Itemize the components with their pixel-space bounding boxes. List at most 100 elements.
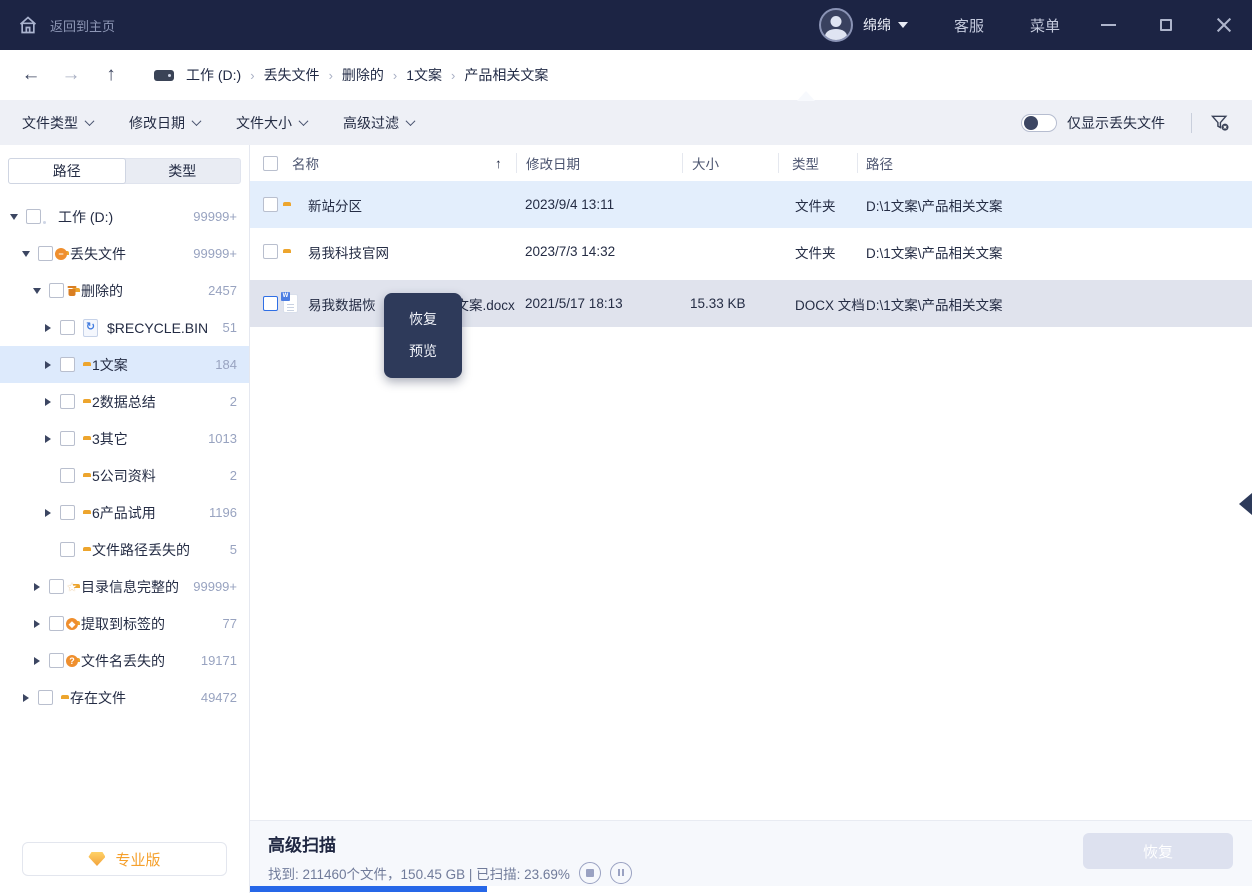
expander-open-icon[interactable] [20, 251, 32, 257]
checkbox[interactable] [60, 505, 75, 520]
modified-date-dropdown[interactable]: 修改日期 [129, 113, 200, 133]
expander-closed-icon[interactable] [31, 620, 43, 628]
tree-item-label: 删除的 [81, 281, 123, 301]
expander-open-icon[interactable] [31, 288, 43, 294]
nav-up-button[interactable]: ↑ [100, 64, 122, 86]
column-header-type[interactable]: 类型 [792, 145, 819, 181]
tree-item-work-drive[interactable]: 工作 (D:) 99999+ [0, 198, 249, 235]
recover-button[interactable]: 恢复 [1083, 833, 1233, 869]
file-row-1[interactable]: 易我科技官网 2023/7/3 14:32 文件夹 D:\1文案\产品相关文案 [250, 228, 1252, 275]
checkbox[interactable] [49, 653, 64, 668]
minimize-button[interactable] [1098, 15, 1118, 35]
scan-progress-fill [250, 886, 487, 892]
tree-item-recycle-bin[interactable]: ↻ $RECYCLE.BIN 51 [0, 309, 249, 346]
tree-item-tagged[interactable]: ◆ 提取到标签的 77 [0, 605, 249, 642]
user-avatar[interactable] [819, 8, 853, 42]
checkbox[interactable] [60, 357, 75, 372]
tree-item-count: 184 [215, 357, 237, 372]
column-divider[interactable] [516, 153, 517, 173]
file-row-0[interactable]: 新站分区 2023/9/4 13:11 文件夹 D:\1文案\产品相关文案 [250, 181, 1252, 228]
sort-ascending-icon[interactable]: ↑ [495, 145, 502, 181]
column-header-date[interactable]: 修改日期 [526, 145, 580, 181]
expander-closed-icon[interactable] [20, 694, 32, 702]
drive-icon [154, 70, 174, 81]
context-menu-recover[interactable]: 恢复 [384, 303, 462, 335]
checkbox[interactable] [38, 690, 53, 705]
select-all-checkbox[interactable] [263, 145, 278, 181]
expander-closed-icon[interactable] [42, 324, 54, 332]
tree-item-dir-complete[interactable]: ★ 目录信息完整的 99999+ [0, 568, 249, 605]
lost-files-only-toggle[interactable] [1021, 114, 1057, 132]
tree-item-count: 2 [230, 468, 237, 483]
tree-item-name-lost[interactable]: ? 文件名丢失的 19171 [0, 642, 249, 679]
column-divider[interactable] [682, 153, 683, 173]
file-type-dropdown[interactable]: 文件类型 [22, 113, 93, 133]
checkbox[interactable] [38, 246, 53, 261]
breadcrumb-item-lost-files[interactable]: 丢失文件 [264, 65, 320, 85]
user-dropdown-caret-icon[interactable] [898, 22, 908, 28]
tree-item-5gongsi[interactable]: 5公司资料 2 [0, 457, 249, 494]
context-menu-preview[interactable]: 预览 [384, 335, 462, 367]
breadcrumb-item-folder[interactable]: 1文案 [406, 65, 442, 85]
tab-path[interactable]: 路径 [8, 158, 126, 184]
advanced-filter-dropdown[interactable]: 高级过滤 [343, 113, 414, 133]
expander-closed-icon[interactable] [31, 583, 43, 591]
checkbox[interactable] [60, 394, 75, 409]
back-to-home[interactable]: 返回到主页 [18, 15, 115, 35]
tab-type[interactable]: 类型 [125, 159, 241, 183]
expander-closed-icon[interactable] [42, 398, 54, 406]
column-divider[interactable] [778, 153, 779, 173]
tree-item-3qita[interactable]: 3其它 1013 [0, 420, 249, 457]
username[interactable]: 绵绵 [863, 15, 891, 35]
column-header-name[interactable]: 名称 [292, 145, 319, 181]
breadcrumb-item-current[interactable]: 产品相关文案 [464, 65, 548, 85]
tree-item-existing-files[interactable]: 存在文件 49472 [0, 679, 249, 716]
stop-scan-button[interactable] [579, 862, 601, 884]
checkbox[interactable] [49, 616, 64, 631]
pause-scan-button[interactable] [610, 862, 632, 884]
filter-popover-arrow [797, 91, 815, 101]
column-header-size[interactable]: 大小 [692, 145, 719, 181]
checkbox[interactable] [49, 283, 64, 298]
file-type: 文件夹 [795, 228, 836, 275]
row-checkbox[interactable] [263, 228, 278, 275]
checkbox[interactable] [60, 468, 75, 483]
collapse-panel-handle[interactable] [1239, 493, 1252, 515]
breadcrumb-item-drive[interactable]: 工作 (D:) [186, 65, 241, 85]
expander-closed-icon[interactable] [31, 657, 43, 665]
support-link[interactable]: 客服 [954, 15, 984, 36]
checkbox[interactable] [49, 579, 64, 594]
nav-back-button[interactable]: ← [20, 64, 42, 86]
expander-closed-icon[interactable] [42, 361, 54, 369]
nav-forward-button[interactable]: → [60, 64, 82, 86]
tree-item-2shuju[interactable]: 2数据总结 2 [0, 383, 249, 420]
breadcrumb-item-deleted[interactable]: 删除的 [342, 65, 384, 85]
tree-item-count: 1013 [208, 431, 237, 446]
close-button[interactable] [1214, 15, 1234, 35]
clear-filter-icon[interactable] [1210, 113, 1230, 133]
menu-link[interactable]: 菜单 [1030, 15, 1060, 36]
checkbox[interactable] [60, 431, 75, 446]
expander-open-icon[interactable] [8, 214, 20, 220]
maximize-button[interactable] [1156, 15, 1176, 35]
checkbox[interactable] [26, 209, 41, 224]
tree-item-deleted[interactable]: 删除的 2457 [0, 272, 249, 309]
tree-item-path-lost[interactable]: 文件路径丢失的 5 [0, 531, 249, 568]
column-header-path[interactable]: 路径 [866, 145, 893, 181]
expander-closed-icon[interactable] [42, 435, 54, 443]
row-checkbox[interactable] [263, 181, 278, 228]
tree-item-label: 3其它 [92, 429, 128, 449]
tree-item-1wenan-selected[interactable]: 1文案 184 [0, 346, 249, 383]
minimize-icon [1101, 24, 1116, 26]
file-size-dropdown[interactable]: 文件大小 [236, 113, 307, 133]
expander-closed-icon[interactable] [42, 509, 54, 517]
row-checkbox[interactable] [263, 280, 278, 327]
pro-version-button[interactable]: 专业版 [22, 842, 227, 876]
tree-item-6chanpin[interactable]: 6产品试用 1196 [0, 494, 249, 531]
breadcrumb: 工作 (D:) › 丢失文件 › 删除的 › 1文案 › 产品相关文案 [186, 65, 548, 85]
checkbox[interactable] [60, 320, 75, 335]
scan-stats: 找到: 211460个文件，150.45 GB | 已扫描: 23.69% [268, 863, 570, 883]
column-divider[interactable] [857, 153, 858, 173]
tree-item-lost-files[interactable]: − 丢失文件 99999+ [0, 235, 249, 272]
checkbox[interactable] [60, 542, 75, 557]
